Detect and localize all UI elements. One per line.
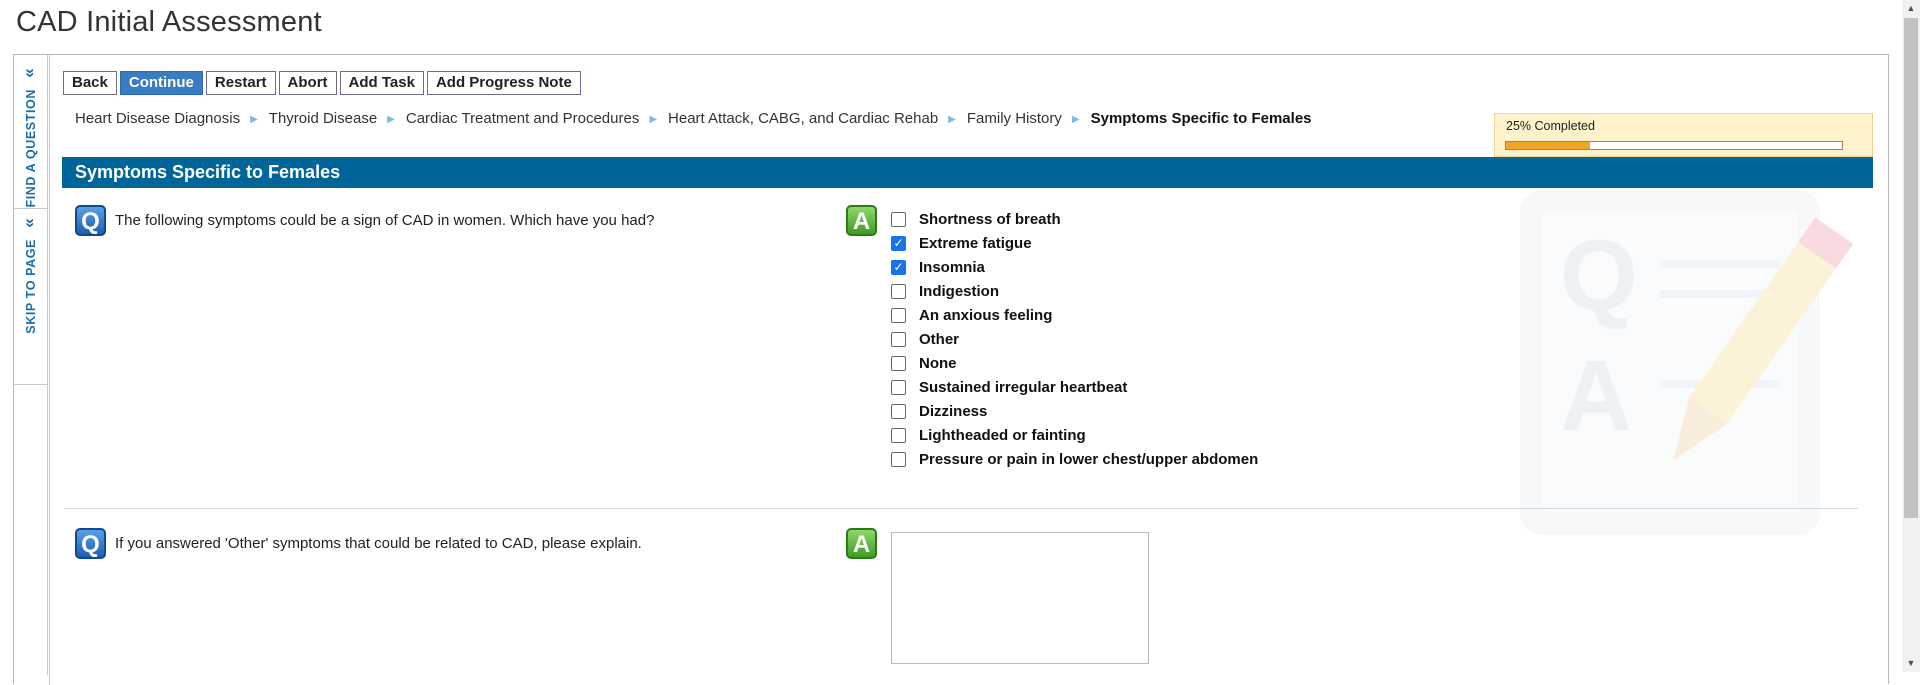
breadcrumb-item[interactable]: Heart Disease Diagnosis (75, 110, 240, 127)
symptom-option[interactable]: Insomnia (891, 255, 1258, 279)
scrollbar-thumb[interactable] (1904, 18, 1918, 518)
triangle-right-icon: ▶ (1071, 114, 1080, 125)
symptom-label: Dizziness (919, 402, 988, 420)
add-progress-note-button[interactable]: Add Progress Note (426, 71, 581, 95)
symptom-checkbox[interactable] (891, 211, 906, 227)
back-button[interactable]: Back (63, 71, 117, 95)
skip-to-page-label: SKIP TO PAGE (23, 239, 38, 334)
symptom-label: Sustained irregular heartbeat (919, 378, 1128, 396)
restart-button[interactable]: Restart (205, 71, 276, 95)
triangle-right-icon: ▶ (250, 114, 258, 125)
symptom-label: Other (919, 330, 960, 348)
progress-bar (1505, 141, 1843, 150)
symptom-label: Pressure or pain in lower chest/upper ab… (919, 450, 1259, 468)
svg-text:Q: Q (1560, 220, 1638, 332)
qa-pencil-watermark-icon: Q A (1520, 190, 1854, 535)
double-chevron-icon: » (21, 68, 41, 78)
add-task-button[interactable]: Add Task (339, 71, 424, 95)
breadcrumb-item[interactable]: Heart Attack, CABG, and Cardiac Rehab (668, 110, 938, 127)
question-icon: Q (75, 205, 106, 236)
triangle-right-icon: ▶ (387, 114, 395, 125)
question-text: The following symptoms could be a sign o… (115, 212, 655, 229)
symptom-label: Indigestion (919, 282, 999, 300)
abort-button[interactable]: Abort (278, 71, 337, 95)
symptom-checkbox[interactable] (891, 427, 906, 443)
symptom-checkbox[interactable] (891, 259, 906, 275)
question-text: If you answered 'Other' symptoms that co… (115, 535, 642, 552)
double-chevron-icon: » (21, 218, 41, 228)
triangle-right-icon: ▶ (649, 114, 658, 125)
other-symptoms-textarea[interactable] (891, 532, 1149, 664)
symptom-checkbox[interactable] (891, 451, 906, 467)
symptom-option[interactable]: None (891, 351, 1258, 375)
symptom-option[interactable]: An anxious feeling (891, 303, 1258, 327)
symptom-option[interactable]: Extreme fatigue (891, 231, 1258, 255)
breadcrumb-current: Symptoms Specific to Females (1090, 110, 1312, 127)
question-icon: Q (75, 528, 106, 559)
question-divider (64, 508, 1858, 509)
symptom-checkbox[interactable] (891, 283, 906, 299)
symptom-checkbox[interactable] (891, 235, 906, 251)
symptom-label: None (919, 354, 957, 372)
progress-indicator: 25% Completed (1494, 113, 1873, 157)
section-header: Symptoms Specific to Females (62, 157, 1873, 188)
answer-icon: A (846, 528, 877, 559)
scroll-down-arrow-icon[interactable]: ▼ (1902, 655, 1920, 672)
skip-to-page-tab[interactable]: » SKIP TO PAGE (13, 209, 48, 385)
symptom-option[interactable]: Pressure or pain in lower chest/upper ab… (891, 447, 1258, 471)
breadcrumb-item[interactable]: Family History (967, 110, 1062, 127)
continue-button[interactable]: Continue (119, 71, 203, 95)
symptom-label: Extreme fatigue (919, 234, 1032, 252)
symptom-checkbox[interactable] (891, 403, 906, 419)
progress-fill (1506, 142, 1590, 149)
symptom-label: An anxious feeling (919, 306, 1053, 324)
breadcrumb-item[interactable]: Thyroid Disease (269, 110, 377, 127)
side-navigation: » FIND A QUESTION » SKIP TO PAGE (13, 55, 48, 675)
symptom-option[interactable]: Sustained irregular heartbeat (891, 375, 1258, 399)
breadcrumb: Heart Disease Diagnosis ▶ Thyroid Disease ▶… (75, 108, 1475, 131)
symptom-label: Insomnia (919, 258, 985, 276)
symptom-checkbox[interactable] (891, 307, 906, 323)
page-title: CAD Initial Assessment (16, 6, 322, 38)
breadcrumb-item[interactable]: Cardiac Treatment and Procedures (406, 110, 639, 127)
symptom-checkbox[interactable] (891, 331, 906, 347)
symptom-checkbox[interactable] (891, 355, 906, 371)
triangle-right-icon: ▶ (948, 114, 956, 125)
symptom-options: Shortness of breath Extreme fatigue Insomn… (891, 207, 1258, 471)
symptom-checkbox[interactable] (891, 379, 906, 395)
find-question-label: FIND A QUESTION (23, 89, 38, 208)
answer-icon: A (846, 205, 877, 236)
vertical-scrollbar[interactable]: ▲ ▼ (1902, 0, 1920, 672)
symptom-option[interactable]: Lightheaded or fainting (891, 423, 1258, 447)
symptom-option[interactable]: Other (891, 327, 1258, 351)
symptom-option[interactable]: Shortness of breath (891, 207, 1258, 231)
symptom-option[interactable]: Indigestion (891, 279, 1258, 303)
symptom-label: Lightheaded or fainting (919, 426, 1086, 444)
progress-label: 25% Completed (1506, 119, 1595, 133)
symptom-label: Shortness of breath (919, 210, 1061, 228)
svg-text:A: A (1560, 340, 1632, 452)
symptom-option[interactable]: Dizziness (891, 399, 1258, 423)
scroll-up-arrow-icon[interactable]: ▲ (1902, 0, 1920, 17)
toolbar: Back Continue Restart Abort Add Task Add… (63, 71, 581, 95)
find-question-tab[interactable]: » FIND A QUESTION (13, 59, 48, 209)
